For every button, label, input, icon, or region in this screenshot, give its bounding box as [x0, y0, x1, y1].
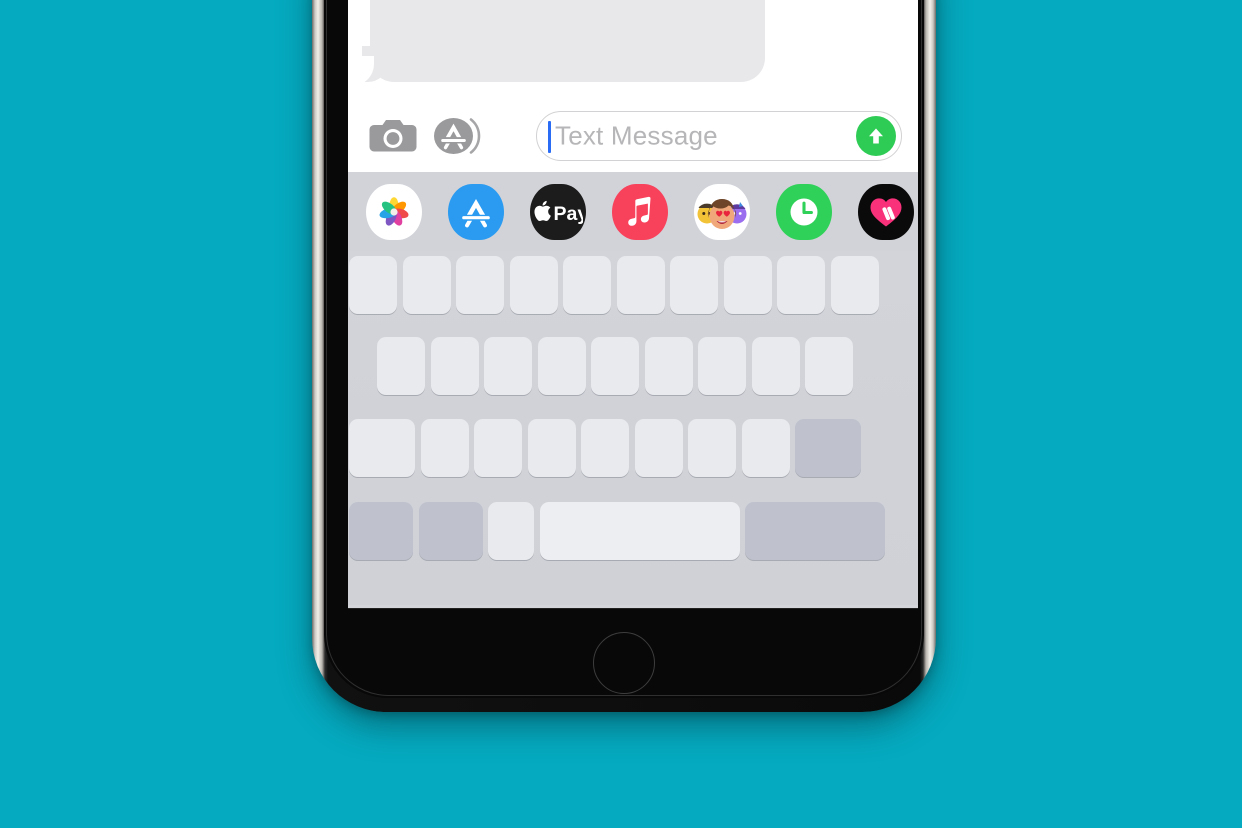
app-store-button[interactable] [430, 112, 484, 160]
memoji-icon [697, 198, 747, 229]
key-blank[interactable] [698, 337, 746, 395]
keyboard-row-3 [348, 418, 918, 478]
screenshot-stage: Text Message Pay [0, 0, 1242, 828]
key-blank[interactable] [349, 256, 397, 314]
key-return[interactable] [745, 502, 885, 560]
key-blank[interactable] [670, 256, 718, 314]
onscreen-keyboard[interactable] [348, 251, 918, 608]
home-button[interactable] [593, 632, 655, 694]
key-blank[interactable] [377, 337, 425, 395]
app-drawer-item-photos[interactable] [366, 183, 422, 240]
key-blank[interactable] [591, 337, 639, 395]
camera-icon [369, 120, 417, 152]
app-drawer-item-app-store[interactable] [448, 183, 504, 240]
key-blank[interactable] [751, 337, 800, 395]
iphone-device-frame: Text Message Pay [312, 0, 936, 712]
key-blank[interactable] [741, 419, 790, 477]
message-input-bar: Text Message [348, 100, 918, 172]
device-screen: Text Message Pay [348, 0, 918, 608]
key-blank[interactable] [616, 256, 665, 314]
key-space[interactable] [539, 502, 740, 560]
key-blank[interactable] [581, 419, 629, 477]
key-blank[interactable] [402, 256, 451, 314]
key-blank[interactable] [474, 419, 522, 477]
text-message-field[interactable]: Text Message [536, 111, 902, 161]
key-blank[interactable] [420, 419, 469, 477]
camera-button[interactable] [366, 112, 420, 160]
arrow-up-icon [869, 128, 883, 144]
key-blank[interactable] [484, 337, 532, 395]
app-drawer-item-apple-pay[interactable]: Pay [530, 183, 586, 240]
text-message-placeholder: Text Message [555, 120, 718, 151]
text-cursor [548, 121, 551, 153]
screen-bottom-edge [348, 605, 918, 609]
message-bubble-incoming[interactable] [370, 0, 765, 82]
key-shift[interactable] [349, 419, 415, 477]
key-blank[interactable] [805, 337, 853, 395]
key-numeric-switch[interactable] [349, 502, 413, 560]
apple-pay-label: Pay [554, 203, 584, 224]
key-blank[interactable] [688, 419, 736, 477]
send-button[interactable] [856, 116, 896, 156]
device-bezel: Text Message Pay [324, 0, 924, 698]
key-emoji[interactable] [418, 502, 483, 560]
key-blank[interactable] [537, 337, 586, 395]
apple-pay-icon: Pay [534, 200, 584, 224]
app-store-icon [434, 118, 481, 154]
keyboard-row-4 [348, 500, 918, 562]
key-delete[interactable] [795, 419, 861, 477]
key-blank[interactable] [456, 256, 504, 314]
digital-touch-icon [870, 197, 902, 226]
clock-icon [790, 198, 818, 225]
key-blank[interactable] [634, 419, 683, 477]
imessage-app-drawer[interactable]: Pay [348, 172, 918, 251]
app-store-icon [462, 198, 490, 227]
key-blank[interactable] [723, 256, 772, 314]
app-drawer-item-screen-time[interactable] [776, 183, 832, 240]
app-drawer-item-digital-touch[interactable] [858, 183, 914, 240]
photos-icon [379, 196, 409, 226]
key-blank[interactable] [563, 256, 611, 314]
key-blank[interactable] [777, 256, 825, 314]
keyboard-row-1 [348, 255, 918, 315]
key-blank[interactable] [644, 337, 693, 395]
key-globe[interactable] [488, 502, 534, 560]
key-blank[interactable] [830, 256, 879, 314]
app-drawer-item-apple-music[interactable] [612, 183, 668, 240]
key-blank[interactable] [509, 256, 558, 314]
music-icon [628, 196, 651, 226]
keyboard-row-2 [348, 336, 918, 396]
key-blank[interactable] [527, 419, 576, 477]
app-drawer-item-memoji[interactable] [694, 183, 750, 240]
key-blank[interactable] [430, 337, 479, 395]
